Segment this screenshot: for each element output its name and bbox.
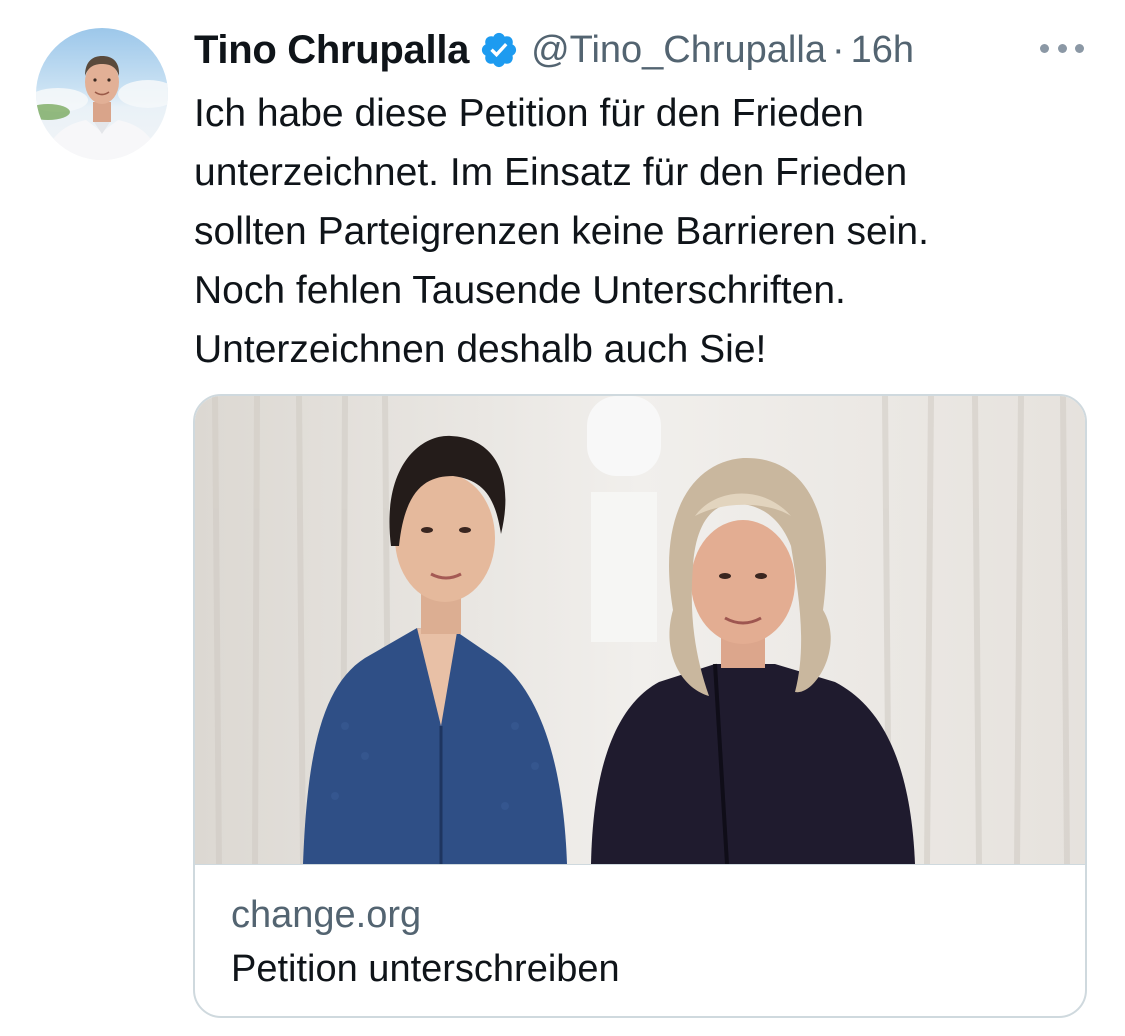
link-preview-card[interactable]: change.org Petition unterschreiben: [193, 394, 1087, 1018]
tweet-text-line: sollten Parteigrenzen keine Barrieren se…: [194, 210, 929, 253]
card-image[interactable]: [195, 396, 1085, 864]
author-handle[interactable]: @Tino_Chrupalla: [531, 29, 826, 72]
more-dot: [1040, 43, 1049, 53]
tweet-timestamp[interactable]: 16h: [851, 29, 914, 72]
tweet-text-line: Unterzeichnen deshalb auch Sie!: [194, 328, 767, 371]
card-title[interactable]: Petition unterschreiben: [231, 948, 620, 991]
avatar[interactable]: [36, 28, 168, 160]
tweet-text-line: unterzeichnet. Im Einsatz für den Friede…: [194, 151, 908, 194]
card-divider: [195, 864, 1085, 865]
tweet-text-line: Noch fehlen Tausende Unterschriften.: [194, 269, 846, 312]
author-display-name[interactable]: Tino Chrupalla: [194, 28, 469, 73]
verified-badge-icon: [479, 30, 519, 70]
more-dot: [1075, 43, 1084, 53]
tweet-header: Tino Chrupalla @Tino_Chrupalla · 16h: [194, 22, 1094, 78]
tweet-text-line: Ich habe diese Petition für den Frieden: [194, 92, 864, 135]
tweet: Tino Chrupalla @Tino_Chrupalla · 16h Ich…: [0, 0, 1125, 1036]
card-domain[interactable]: change.org: [231, 894, 421, 937]
more-horizontal-icon[interactable]: [1040, 38, 1084, 58]
more-dot: [1057, 43, 1067, 53]
tweet-text: Ich habe diese Petition für den Frieden …: [194, 84, 1094, 379]
separator-dot: ·: [831, 28, 845, 71]
